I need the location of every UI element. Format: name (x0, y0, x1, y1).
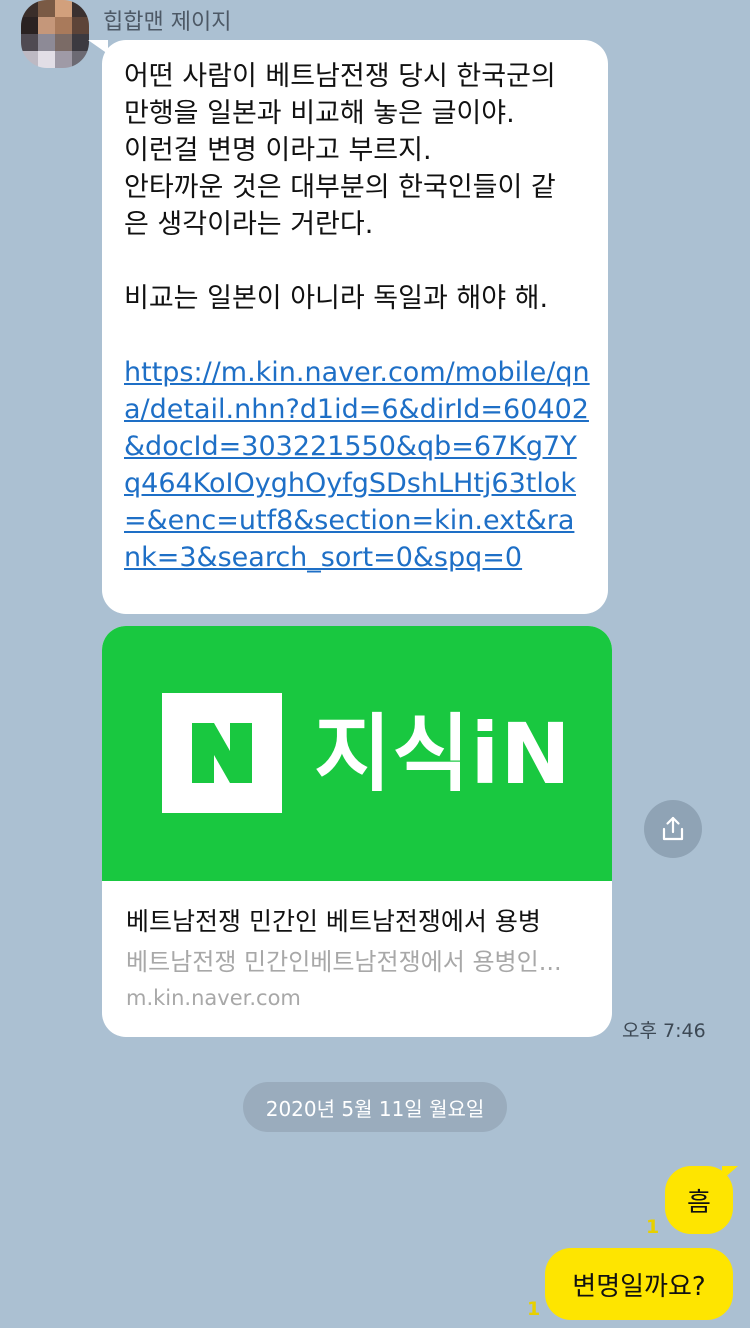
outgoing-message-text: 변명일까요? (572, 1271, 706, 1302)
link-preview-title: 베트남전쟁 민간인 베트남전쟁에서 용병 (126, 907, 541, 936)
share-button[interactable] (644, 800, 702, 858)
sender-name: 힙합맨 제이지 (103, 10, 232, 35)
brand-name: 지식iN (314, 705, 572, 803)
unread-count: 1 (646, 1216, 660, 1238)
link-preview-card[interactable]: 지식iN 베트남전쟁 민간인 베트남전쟁에서 용병 베트남전쟁 민간인베트남전쟁… (102, 626, 612, 1037)
incoming-message-time: 오후 7:46 (622, 1020, 706, 1042)
link-preview-banner: 지식iN (102, 626, 612, 881)
date-divider: 2020년 5월 11일 월요일 (243, 1082, 507, 1132)
sender-avatar[interactable] (21, 0, 89, 68)
unread-count: 1 (527, 1298, 541, 1320)
incoming-message-link[interactable]: https://m.kin.naver.com/mobile/qna/detai… (124, 354, 590, 576)
share-icon (662, 816, 684, 841)
outgoing-message-bubble[interactable]: 흠 (665, 1166, 733, 1234)
link-preview-domain: m.kin.naver.com (126, 986, 301, 1010)
link-preview-description: 베트남전쟁 민간인베트남전쟁에서 용병인... (126, 948, 562, 976)
outgoing-message-text: 흠 (687, 1187, 711, 1218)
outgoing-message-bubble[interactable]: 변명일까요? (545, 1248, 733, 1320)
incoming-message-text: 어떤 사람이 베트남전쟁 당시 한국군의 만행을 일본과 비교해 놓은 글이야.… (124, 61, 556, 314)
incoming-message-bubble[interactable]: 어떤 사람이 베트남전쟁 당시 한국군의 만행을 일본과 비교해 놓은 글이야.… (102, 40, 608, 614)
naver-n-logo (162, 693, 282, 813)
